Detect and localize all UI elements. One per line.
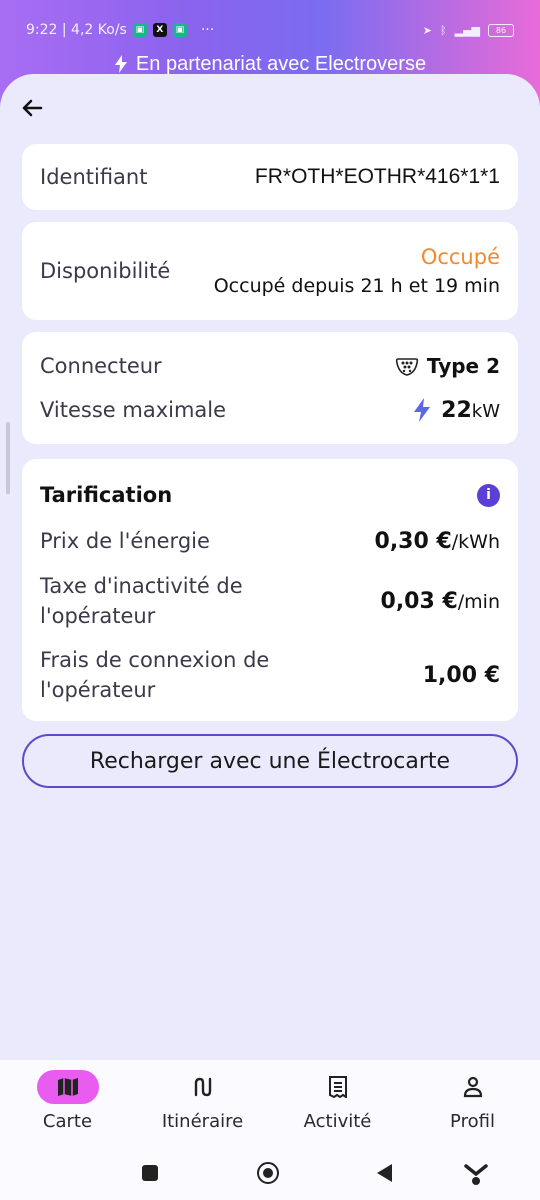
back-nav-button[interactable] [377, 1164, 392, 1182]
charge-with-card-button[interactable]: Recharger avec une Électrocarte [22, 734, 518, 788]
idle-fee-unit: /min [457, 590, 500, 613]
speed-unit: kW [471, 400, 500, 422]
lightning-icon [114, 55, 127, 73]
person-icon [442, 1070, 504, 1104]
bluetooth-icon: ᛒ [440, 23, 447, 37]
nav-profil[interactable]: Profil [405, 1060, 540, 1150]
partner-banner-text: En partenariat avec Electroverse [135, 52, 427, 75]
status-time: 9:22 | 4,2 Ko/s [26, 22, 127, 38]
availability-card: Disponibilité Occupé Occupé depuis 21 h … [22, 222, 518, 320]
connector-label: Connecteur [40, 354, 162, 378]
location-icon: ➤ [422, 23, 432, 37]
identifier-card: Identifiant FR*OTH*EOTHR*416*1*1 [22, 144, 518, 210]
x-app-icon: X [152, 23, 167, 37]
map-icon [36, 1070, 99, 1104]
nav-itineraire[interactable]: Itinéraire [135, 1060, 270, 1150]
energy-price-label: Prix de l'énergie [40, 529, 210, 553]
nav-carte-label: Carte [42, 1111, 93, 1132]
scroll-indicator [6, 422, 10, 494]
energy-price-unit: /kWh [451, 530, 500, 553]
battery-icon: 86 [488, 23, 514, 37]
app-notification-icon-2: ▣ [172, 23, 187, 37]
home-button[interactable] [257, 1162, 279, 1184]
receipt-icon [307, 1070, 369, 1104]
app-notification-icon: ▣ [132, 23, 147, 37]
pricing-card: Tarification i Prix de l'énergie 0,30 €/… [22, 459, 518, 721]
energy-price-value: 0,30 € [374, 528, 452, 554]
connection-fee-label-line1: Frais de connexion de [40, 648, 270, 672]
nav-carte[interactable]: Carte [0, 1060, 135, 1150]
recent-apps-button[interactable] [142, 1165, 158, 1181]
lightning-icon [414, 398, 431, 422]
identifier-label: Identifiant [40, 165, 148, 189]
speed-label: Vitesse maximale [40, 398, 227, 422]
back-button[interactable] [18, 94, 46, 122]
speed-value: 22 [441, 397, 472, 423]
availability-label: Disponibilité [40, 259, 171, 283]
connection-fee-value: 1,00 € [422, 662, 500, 688]
system-navigation-bar [0, 1150, 540, 1200]
connection-fee-label-line2: l'opérateur [40, 678, 156, 702]
idle-fee-label-line2: l'opérateur [40, 604, 156, 628]
availability-detail: Occupé depuis 21 h et 19 min [213, 275, 500, 297]
idle-fee-value: 0,03 € [380, 588, 458, 614]
signal-icon: ▂▄▆ [454, 23, 480, 37]
idle-fee-label-line1: Taxe d'inactivité de [40, 574, 243, 598]
nav-itineraire-label: Itinéraire [161, 1111, 244, 1132]
identifier-value: FR*OTH*EOTHR*416*1*1 [254, 165, 500, 188]
pricing-title: Tarification [40, 483, 173, 507]
status-bar: 9:22 | 4,2 Ko/s ▣ X ▣ ··· ➤ ᛒ ▂▄▆ 86 [0, 18, 540, 42]
assistant-icon[interactable] [464, 1160, 488, 1186]
nav-activite[interactable]: Activité [270, 1060, 405, 1150]
bottom-navigation: Carte Itinéraire Activité Profil [0, 1060, 540, 1150]
nav-profil-label: Profil [450, 1111, 495, 1132]
info-icon[interactable]: i [477, 483, 500, 507]
arrow-left-icon [22, 99, 43, 117]
connector-card: Connecteur Type 2 Vitesse maximale 22kW [22, 332, 518, 444]
type2-plug-icon [395, 358, 419, 376]
availability-status: Occupé [420, 245, 500, 269]
nav-activite-label: Activité [303, 1111, 372, 1132]
route-icon [172, 1070, 234, 1104]
more-notifications: ··· [200, 22, 215, 38]
connector-value: Type 2 [426, 354, 500, 378]
